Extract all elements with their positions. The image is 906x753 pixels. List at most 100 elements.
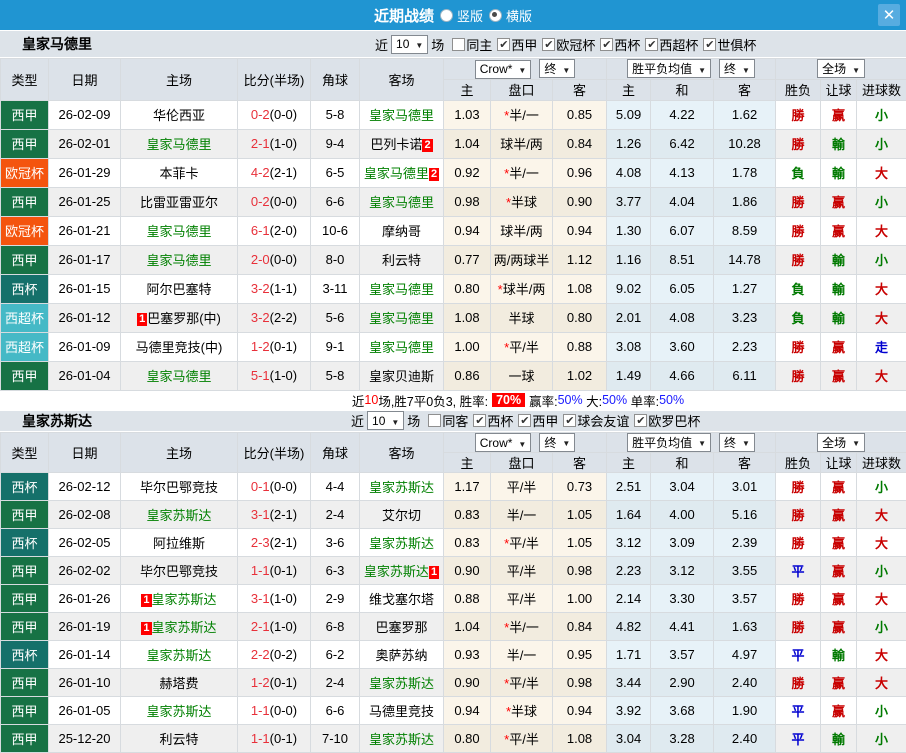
competition-checkbox[interactable]: 西甲 [497,35,537,54]
match-date: 26-01-15 [49,274,121,303]
halftime-score: (0-0) [270,194,297,209]
goals-result-cell: 大 [857,669,906,697]
team-section-header: 皇家马德里近10场同主西甲欧冠杯西杯西超杯世俱杯 [0,30,906,58]
handicap-odds-home: 0.90 [444,557,491,585]
competition-badge: 西甲 [1,501,49,529]
corner-count: 6-6 [311,187,360,216]
games-count-select[interactable]: 10 [391,35,428,54]
filter-bar: 近10场同主西甲欧冠杯西杯西超杯世俱杯 [372,35,756,54]
handicap-line: *平/半 [491,332,553,361]
competition-badge: 西甲 [1,613,49,641]
handicap-result-text: 輸 [832,311,845,326]
handicap-result-cell: 輸 [821,129,857,158]
handicap-line: 一球 [491,361,553,390]
away-team-name: 艾尔切 [382,508,421,523]
odds-draw: 4.04 [651,187,714,216]
halftime-score: (2-1) [270,535,297,550]
handicap-odds-away: 0.94 [553,697,607,725]
handicap-line-text: 球半/两 [500,224,543,239]
match-scope-select[interactable]: 全场 [817,59,865,78]
match-row: 西杯26-02-12毕尔巴鄂竞技0-1(0-0)4-4皇家苏斯达1.17平/半0… [1,473,906,501]
chevron-down-icon [742,62,750,76]
summary-segment: 大: [583,391,602,410]
avg-odds-select[interactable]: 胜平负均值 [627,433,711,452]
odds-draw: 4.13 [651,158,714,187]
handicap-odds-home: 0.90 [444,669,491,697]
same-venue-checkbox[interactable]: 同客 [428,411,468,430]
corner-count: 9-1 [311,332,360,361]
competition-checkbox[interactable]: 西杯 [473,411,513,430]
summary-segment: 单率: [627,391,659,410]
odds-source-select[interactable]: Crow* [475,433,532,452]
odds-away-win: 2.23 [714,332,776,361]
result-cell: 平 [776,697,821,725]
horizontal-layout-radio[interactable] [489,9,502,22]
home-team: 毕尔巴鄂竞技 [121,473,238,501]
competition-checkbox[interactable]: 西甲 [518,411,558,430]
competition-checkbox[interactable]: 西超杯 [645,35,698,54]
home-team: 阿尔巴塞特 [121,274,238,303]
same-venue-label: 同主 [466,35,492,54]
avg-odds-select[interactable]: 胜平负均值 [627,59,711,78]
goals-result-text: 大 [875,166,888,181]
result-cell: 勝 [776,473,821,501]
competition-checkbox[interactable]: 欧罗巴杯 [634,411,700,430]
handicap-odds-away: 0.73 [553,473,607,501]
away-team: 皇家马德里 [360,303,444,332]
avg-dropdown-cell: 胜平负均值终 [607,59,776,80]
result-cell: 平 [776,725,821,753]
odds-away-win: 1.78 [714,158,776,187]
column-header-type: 类型 [1,59,49,101]
away-team: 奥萨苏纳 [360,641,444,669]
match-score: 0-2(0-0) [238,100,311,129]
games-count-select[interactable]: 10 [367,411,404,430]
avg-stage-select[interactable]: 终 [719,433,755,452]
odds-stage-select-value: 终 [544,60,556,77]
filter-bar: 近10场同客西杯西甲球会友谊欧罗巴杯 [348,411,700,430]
odds-draw: 6.07 [651,216,714,245]
result-cell: 負 [776,303,821,332]
scope-dropdown-cell: 全场 [776,432,906,453]
away-team: 皇家马德里 [360,274,444,303]
result-text: 平 [792,648,805,663]
same-venue-checkbox[interactable]: 同主 [452,35,492,54]
handicap-odds-home: 1.03 [444,100,491,129]
home-team: 1巴塞罗那(中) [121,303,238,332]
away-team: 摩纳哥 [360,216,444,245]
handicap-odds-away: 1.12 [553,245,607,274]
competition-checkbox[interactable]: 西杯 [600,35,640,54]
handicap-result-text: 赢 [832,536,845,551]
column-header-goals: 进球数 [857,453,906,473]
odds-away-win: 14.78 [714,245,776,274]
competition-badge: 西甲 [1,129,49,158]
competition-checkbox[interactable]: 欧冠杯 [542,35,595,54]
competition-checkbox[interactable]: 世俱杯 [703,35,756,54]
handicap-line: *半球 [491,697,553,725]
match-score: 3-1(2-1) [238,501,311,529]
home-team-name: 皇家苏斯达 [146,508,211,523]
fulltime-score: 0-2 [251,194,270,209]
goals-result-cell: 大 [857,274,906,303]
corner-count: 9-4 [311,129,360,158]
summary-segment: 10 [364,393,378,407]
odds-stage-select[interactable]: 终 [539,59,575,78]
handicap-odds-home: 0.88 [444,585,491,613]
vertical-layout-radio[interactable] [440,9,453,22]
away-team: 维戈塞尔塔 [360,585,444,613]
fulltime-score: 5-1 [251,368,270,383]
odds-draw: 4.41 [651,613,714,641]
away-team: 皇家贝迪斯 [360,361,444,390]
fulltime-score: 2-0 [251,252,270,267]
away-team: 皇家马德里2 [360,158,444,187]
match-scope-select[interactable]: 全场 [817,433,865,452]
handicap-result-text: 赢 [832,508,845,523]
odds-home-win: 2.14 [607,585,651,613]
column-header-hcp: 盘口 [491,453,553,473]
odds-stage-select[interactable]: 终 [539,433,575,452]
odds-source-select[interactable]: Crow* [475,60,532,79]
close-button[interactable]: ✕ [878,4,900,26]
competition-label: 西甲 [511,35,537,54]
avg-stage-select[interactable]: 终 [719,59,755,78]
competition-checkbox[interactable]: 球会友谊 [563,411,629,430]
match-row: 西甲26-01-191皇家苏斯达2-1(1-0)6-8巴塞罗那1.04*半/一0… [1,613,906,641]
